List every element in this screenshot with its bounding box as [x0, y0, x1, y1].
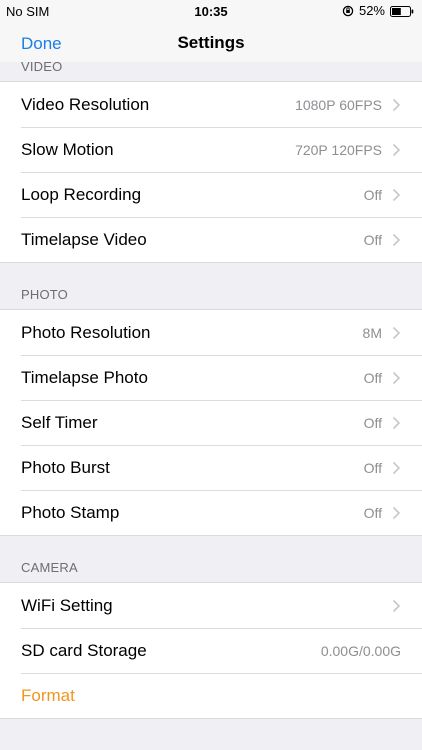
chevron-right-icon [392, 188, 401, 202]
row-wifi-setting[interactable]: WiFi Setting [0, 583, 422, 628]
navigation-bar: Done Settings [0, 24, 422, 62]
chevron-right-icon [392, 326, 401, 340]
video-settings-group: Video Resolution 1080P 60FPS Slow Motion… [0, 81, 422, 263]
row-photo-stamp[interactable]: Photo Stamp Off [0, 490, 422, 535]
status-right: 52% [342, 3, 414, 18]
row-value: Off [363, 504, 382, 521]
row-video-resolution[interactable]: Video Resolution 1080P 60FPS [0, 82, 422, 127]
row-label: Slow Motion [21, 139, 114, 159]
camera-settings-group: WiFi Setting SD card Storage 0.00G/0.00G… [0, 582, 422, 719]
lock-rotation-icon [342, 5, 354, 17]
status-bar: No SIM 10:35 52% [0, 0, 422, 24]
row-value: 8M [362, 324, 382, 341]
row-value: 1080P 60FPS [295, 96, 382, 113]
row-label: Photo Stamp [21, 502, 120, 522]
row-label: Video Resolution [21, 94, 150, 114]
row-value: Off [363, 369, 382, 386]
row-sd-card-storage[interactable]: SD card Storage 0.00G/0.00G [0, 628, 422, 673]
row-label: Loop Recording [21, 184, 142, 204]
photo-settings-group: Photo Resolution 8M Timelapse Photo Off … [0, 309, 422, 536]
row-label: WiFi Setting [21, 595, 113, 615]
row-label: Timelapse Photo [21, 367, 148, 387]
chevron-right-icon [392, 233, 401, 247]
chevron-right-icon [392, 461, 401, 475]
section-header-video: VIDEO [21, 59, 63, 74]
row-value: Off [363, 459, 382, 476]
row-label: Photo Resolution [21, 322, 151, 342]
format-button[interactable]: Format [0, 673, 422, 718]
row-label: Timelapse Video [21, 229, 147, 249]
row-timelapse-video[interactable]: Timelapse Video Off [0, 217, 422, 262]
row-label: Photo Burst [21, 457, 110, 477]
chevron-right-icon [392, 416, 401, 430]
page-title: Settings [177, 33, 245, 52]
row-slow-motion[interactable]: Slow Motion 720P 120FPS [0, 127, 422, 172]
row-loop-recording[interactable]: Loop Recording Off [0, 172, 422, 217]
chevron-right-icon [392, 599, 401, 613]
row-value: 720P 120FPS [295, 141, 382, 158]
row-timelapse-photo[interactable]: Timelapse Photo Off [0, 355, 422, 400]
row-label: SD card Storage [21, 640, 147, 660]
row-photo-burst[interactable]: Photo Burst Off [0, 445, 422, 490]
battery-icon [390, 5, 414, 17]
row-photo-resolution[interactable]: Photo Resolution 8M [0, 310, 422, 355]
format-label: Format [21, 685, 75, 705]
row-value: 0.00G/0.00G [320, 642, 401, 659]
section-header-photo: PHOTO [21, 287, 68, 302]
battery-percent: 52% [358, 3, 385, 18]
row-value: Off [363, 414, 382, 431]
section-header-camera: CAMERA [21, 560, 78, 575]
chevron-right-icon [392, 371, 401, 385]
chevron-right-icon [392, 98, 401, 112]
row-label: Self Timer [21, 412, 98, 432]
row-value: Off [363, 231, 382, 248]
row-self-timer[interactable]: Self Timer Off [0, 400, 422, 445]
chevron-right-icon [392, 143, 401, 157]
row-value: Off [363, 186, 382, 203]
chevron-right-icon [392, 506, 401, 520]
